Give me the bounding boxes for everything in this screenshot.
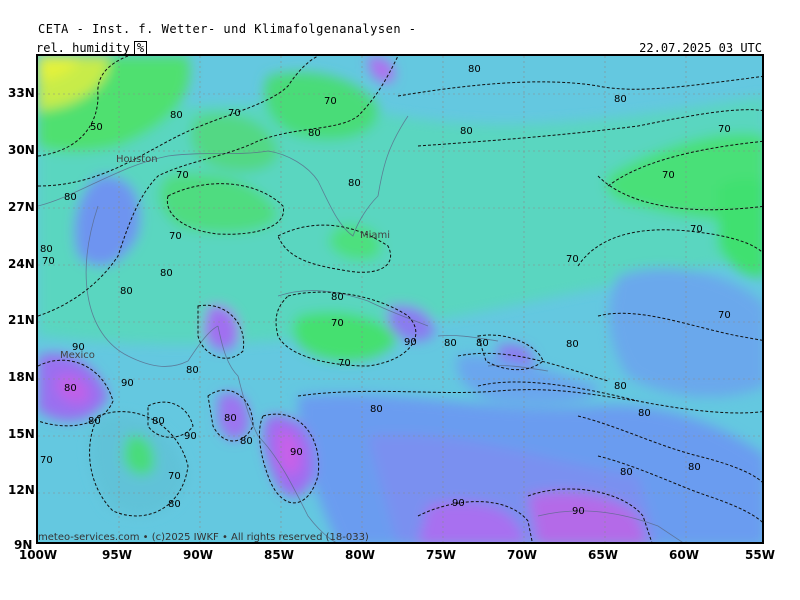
contour-label-80: 80 [88, 416, 101, 427]
parameter-name: rel. humidity [36, 41, 130, 55]
contour-label-80: 80 [40, 244, 53, 255]
contour-label-70: 70 [176, 170, 189, 181]
lon-label-100w: 100W [18, 548, 58, 562]
lat-label-27n: 27N [8, 200, 35, 214]
contour-label-80: 80 [64, 383, 77, 394]
contour-label-90: 90 [184, 431, 197, 442]
contour-label-90: 90 [452, 498, 465, 509]
contour-label-80: 80 [170, 110, 183, 121]
lon-label-65w: 65W [588, 548, 618, 562]
contour-label-80: 80 [331, 292, 344, 303]
contour-label-80: 80 [186, 365, 199, 376]
contour-label-90: 90 [572, 506, 585, 517]
contour-label-80: 80 [168, 499, 181, 510]
lon-label-55w: 55W [745, 548, 775, 562]
contour-label-80: 80 [614, 94, 627, 105]
contour-label-70: 70 [338, 358, 351, 369]
city-houston: Houston [116, 154, 158, 165]
copyright-footer: meteo-services.com • (c)2025 IWKF • All … [38, 532, 369, 543]
contour-label-80: 80 [308, 128, 321, 139]
lon-label-70w: 70W [507, 548, 537, 562]
contour-label-70: 70 [566, 254, 579, 265]
contour-label-80: 80 [460, 126, 473, 137]
valid-time: 22.07.2025 03 UTC [639, 41, 762, 55]
lon-label-80w: 80W [345, 548, 375, 562]
map-canvas: 50 80 70 70 80 80 80 80 70 70 80 70 80 7… [38, 56, 762, 542]
city-mexico: Mexico [60, 350, 95, 361]
contour-label-90: 90 [121, 378, 134, 389]
humidity-map: 50 80 70 70 80 80 80 80 70 70 80 70 80 7… [36, 54, 764, 544]
contour-label-80: 80 [468, 64, 481, 75]
lat-label-24n: 24N [8, 257, 35, 271]
contour-label-90: 90 [290, 447, 303, 458]
contour-label-70: 70 [228, 108, 241, 119]
lat-label-18n: 18N [8, 370, 35, 384]
contour-label-80: 80 [614, 381, 627, 392]
contour-label-70: 70 [690, 224, 703, 235]
contour-label-80: 80 [348, 178, 361, 189]
lon-label-60w: 60W [669, 548, 699, 562]
lat-label-21n: 21N [8, 313, 35, 327]
contour-label-70: 70 [662, 170, 675, 181]
parameter-unit: % [133, 41, 148, 55]
contour-label-80: 80 [64, 192, 77, 203]
lat-label-33n: 33N [8, 86, 35, 100]
lat-label-15n: 15N [8, 427, 35, 441]
contour-label-80: 80 [688, 462, 701, 473]
contour-label-90: 90 [404, 337, 417, 348]
contour-label-80: 80 [638, 408, 651, 419]
contour-label-80: 80 [620, 467, 633, 478]
contour-label-70: 70 [40, 455, 53, 466]
contour-label-70: 70 [168, 471, 181, 482]
lon-label-75w: 75W [426, 548, 456, 562]
city-miami: Miami [360, 230, 390, 241]
contour-label-70: 70 [169, 231, 182, 242]
lat-label-30n: 30N [8, 143, 35, 157]
contour-label-80: 80 [224, 413, 237, 424]
contour-label-50: 50 [90, 122, 103, 133]
contour-label-80: 80 [152, 416, 165, 427]
map-title: CETA - Inst. f. Wetter- und Klimafolgena… [38, 22, 417, 36]
contour-label-70: 70 [718, 310, 731, 321]
contour-label-70: 70 [324, 96, 337, 107]
parameter-label: rel. humidity% [36, 41, 148, 55]
contour-label-80: 80 [476, 338, 489, 349]
lon-label-90w: 90W [183, 548, 213, 562]
contour-label-80: 80 [160, 268, 173, 279]
contour-label-70: 70 [718, 124, 731, 135]
contour-label-80: 80 [444, 338, 457, 349]
contour-label-80: 80 [566, 339, 579, 350]
lon-label-85w: 85W [264, 548, 294, 562]
lat-label-12n: 12N [8, 483, 35, 497]
contour-label-70: 70 [42, 256, 55, 267]
contour-label-80: 80 [240, 436, 253, 447]
lon-label-95w: 95W [102, 548, 132, 562]
contour-label-80: 80 [120, 286, 133, 297]
contour-label-70: 70 [331, 318, 344, 329]
contour-label-80: 80 [370, 404, 383, 415]
humidity-field [38, 56, 762, 542]
